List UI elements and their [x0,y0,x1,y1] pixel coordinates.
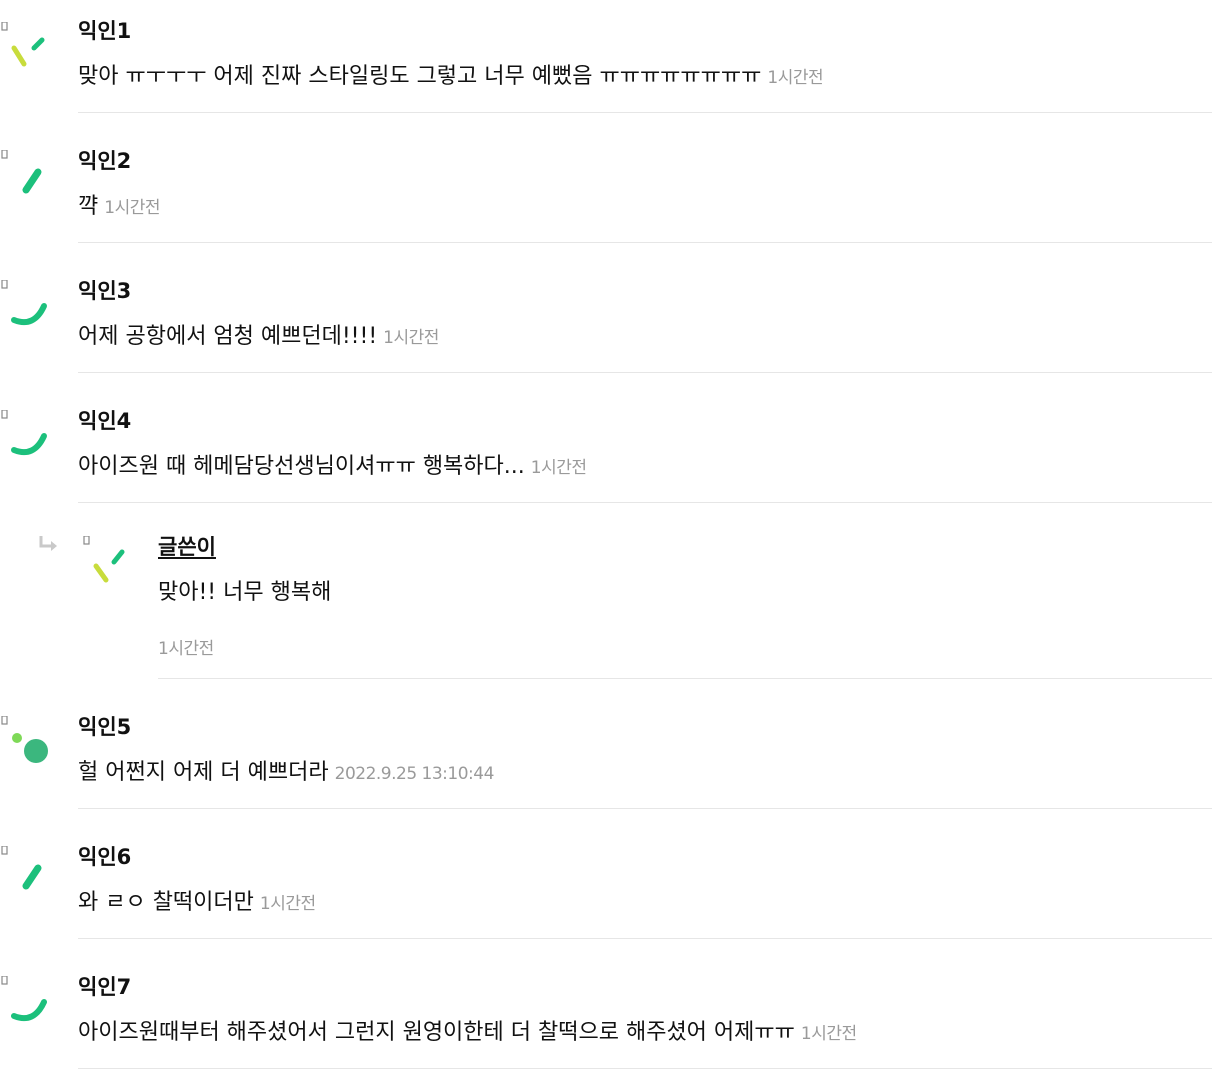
divider [78,112,1212,113]
comment-nickname[interactable]: 익인4 [78,408,131,434]
comment-text: 아이즈원 때 헤메담당선생님이셔ㅠㅠ 행복하다... [78,454,525,479]
comment-text: 맞아 ㅠㅜㅜㅜ 어제 진짜 스타일링도 그렇고 너무 예뻤음 ㅠㅠㅠㅠㅠㅠㅠㅠ [78,64,762,89]
comment-time: 1시간전 [767,68,824,88]
divider [78,372,1212,373]
comment-item: 익인2 꺅 1시간전 [0,130,1212,244]
comment-time: 1시간전 [259,894,316,914]
comment-text: 헐 어쩐지 어제 더 예쁘더라 [78,760,329,785]
comment-body: 아이즈원 때 헤메담당선생님이셔ㅠㅠ 행복하다... 1시간전 [78,452,587,483]
comment-item: 익인7 아이즈원때부터 해주셨어서 그런지 원영이한테 더 찰떡으로 해주셨어 … [0,956,1212,1070]
comment-nickname[interactable]: 익인2 [78,148,131,174]
comment-nickname[interactable]: 익인3 [78,278,131,304]
lime-tick-icon [0,22,54,82]
divider [78,808,1212,809]
comment-nickname[interactable]: 익인7 [78,974,131,1000]
divider [158,678,1212,679]
divider [78,502,1212,503]
comment-time: 1시간전 [383,328,439,348]
comment-time: 1시간전 [800,1024,857,1044]
reply-time: 1시간전 [158,639,214,659]
reply-item: 글쓴이 맞아!! 너무 행복해 1시간전 [0,520,1212,680]
green-arc-icon [0,280,54,340]
green-arc-icon [0,976,54,1036]
comment-nickname[interactable]: 익인5 [78,714,131,740]
divider [78,1068,1212,1069]
comment-body: 와 ㄹㅇ 찰떡이더만 1시간전 [78,888,316,919]
green-dots-icon [0,716,54,776]
author-nickname[interactable]: 글쓴이 [158,534,216,560]
green-slash-icon [0,846,54,906]
comment-item: 익인6 와 ㄹㅇ 찰떡이더만 1시간전 [0,826,1212,940]
comment-item: 익인3 어제 공항에서 엄청 예쁘던데!!!! 1시간전 [0,260,1212,374]
comment-text: 아이즈원때부터 해주셨어서 그런지 원영이한테 더 찰떡으로 해주셨어 어제ㅠㅠ [78,1020,795,1045]
lime-tick-icon [82,536,136,596]
comment-body: 맞아 ㅠㅜㅜㅜ 어제 진짜 스타일링도 그렇고 너무 예뻤음 ㅠㅠㅠㅠㅠㅠㅠㅠ 1… [78,62,824,93]
comment-time: 2022.9.25 13:10:44 [334,764,495,784]
comment-body: 꺅 1시간전 [78,192,160,223]
comment-nickname[interactable]: 익인1 [78,18,131,44]
comment-text: 꺅 [78,194,99,219]
comment-body: 헐 어쩐지 어제 더 예쁘더라 2022.9.25 13:10:44 [78,758,494,789]
green-slash-icon [0,150,54,210]
reply-arrow-icon [39,536,57,551]
reply-text: 맞아!! 너무 행복해 [158,580,332,605]
comment-nickname[interactable]: 익인6 [78,844,131,870]
comment-time: 1시간전 [104,198,160,218]
comment-body: 아이즈원때부터 해주셨어서 그런지 원영이한테 더 찰떡으로 해주셨어 어제ㅠㅠ… [78,1018,857,1049]
comment-item: 익인4 아이즈원 때 헤메담당선생님이셔ㅠㅠ 행복하다... 1시간전 [0,390,1212,504]
comment-item: 익인1 맞아 ㅠㅜㅜㅜ 어제 진짜 스타일링도 그렇고 너무 예뻤음 ㅠㅠㅠㅠㅠ… [0,0,1212,114]
comment-text: 어제 공항에서 엄청 예쁘던데!!!! [78,324,378,349]
comment-item: 익인5 헐 어쩐지 어제 더 예쁘더라 2022.9.25 13:10:44 [0,696,1212,810]
comment-body: 어제 공항에서 엄청 예쁘던데!!!! 1시간전 [78,322,439,353]
comment-time: 1시간전 [530,458,587,478]
comment-text: 와 ㄹㅇ 찰떡이더만 [78,890,254,915]
divider [78,242,1212,243]
green-arc-icon [0,410,54,470]
divider [78,938,1212,939]
